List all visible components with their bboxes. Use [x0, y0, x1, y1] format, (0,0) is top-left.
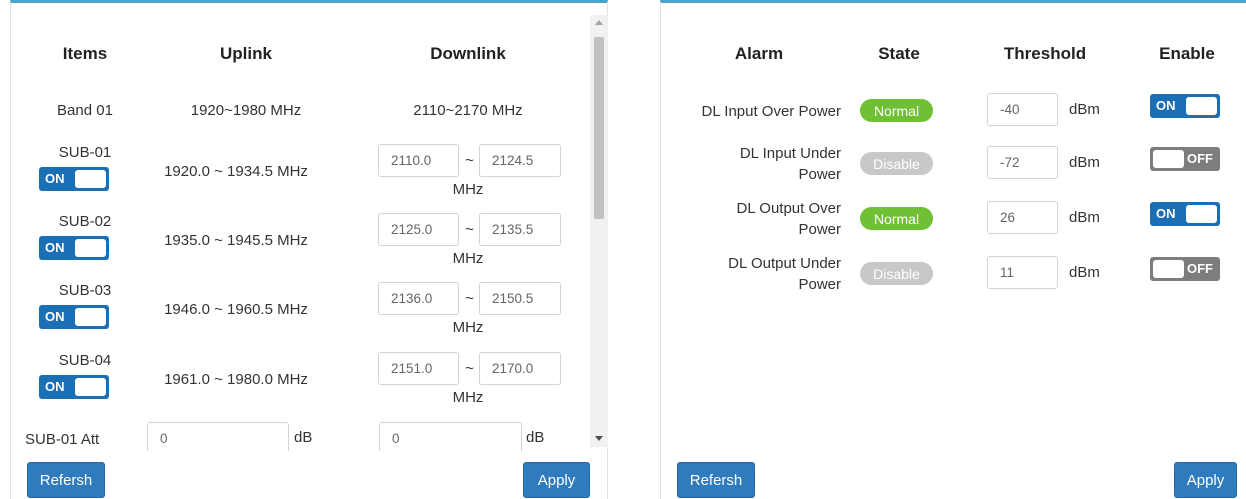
sub-enable-toggle[interactable]: ON [39, 167, 109, 191]
threshold-header: Threshold [1003, 44, 1087, 63]
toggle-knob [1153, 260, 1184, 278]
state-badge: Normal [860, 207, 933, 230]
scroll-up-arrow-icon[interactable] [595, 20, 603, 25]
enable-toggle[interactable]: OFF [1150, 147, 1220, 171]
downlink-start-input[interactable]: 2136.0 [378, 282, 459, 315]
toggle-label: OFF [1187, 151, 1213, 166]
band-uplink-range: 1920~1980 MHz [190, 102, 302, 119]
items-header: Items [62, 44, 108, 63]
alarm-header: Alarm [734, 44, 784, 63]
toggle-label: OFF [1187, 261, 1213, 276]
alarm-name-line: DL Output Over [736, 200, 842, 217]
toggle-knob [75, 239, 106, 257]
toggle-label: ON [45, 379, 65, 394]
toggle-knob [1186, 97, 1217, 115]
range-separator: ~ [465, 360, 474, 377]
state-badge: Normal [860, 99, 933, 122]
scroll-down-arrow-icon[interactable] [595, 436, 603, 441]
alarm-name: DL Input Over Power [661, 101, 841, 123]
sub-label: SUB-01 [58, 144, 112, 161]
alarm-name-line: Power [798, 221, 841, 238]
scroll-thumb[interactable] [594, 37, 604, 219]
threshold-unit: dBm [1069, 264, 1100, 281]
toggle-label: ON [45, 240, 65, 255]
sub-label: SUB-03 [58, 282, 112, 299]
enable-toggle[interactable]: ON [1150, 202, 1220, 226]
sub-label: SUB-02 [58, 213, 112, 230]
threshold-input[interactable]: 11 [987, 256, 1058, 289]
alarm-name-line: Power [798, 166, 841, 183]
sub-uplink-range: 1961.0 ~ 1980.0 MHz [164, 371, 308, 388]
sub-uplink-range: 1920.0 ~ 1934.5 MHz [164, 163, 308, 180]
unit-mhz: MHz [452, 181, 484, 198]
apply-button[interactable]: Apply [1174, 462, 1237, 498]
threshold-unit: dBm [1069, 209, 1100, 226]
alarm-name-line: DL Input Under [739, 145, 841, 162]
threshold-input[interactable]: 26 [987, 201, 1058, 234]
threshold-unit: dBm [1069, 154, 1100, 171]
unit-mhz: MHz [452, 389, 484, 406]
toggle-label: ON [1156, 206, 1176, 221]
alarm-name-line: DL Input Over Power [701, 103, 841, 120]
alarm-name: DL Input Under Power [661, 143, 841, 185]
downlink-start-input[interactable]: 2110.0 [378, 144, 459, 177]
toggle-label: ON [45, 171, 65, 186]
sub-enable-toggle[interactable]: ON [39, 375, 109, 399]
enable-toggle[interactable]: OFF [1150, 257, 1220, 281]
band-config-panel: Items Uplink Downlink Band 01 1920~1980 … [10, 0, 608, 499]
toggle-label: ON [1156, 98, 1176, 113]
downlink-att-input[interactable]: 0 [379, 422, 522, 451]
uplink-att-unit: dB [294, 429, 313, 446]
threshold-unit: dBm [1069, 101, 1100, 118]
enable-toggle[interactable]: ON [1150, 94, 1220, 118]
enable-header: Enable [1159, 44, 1215, 63]
sub-label: SUB-04 [58, 352, 112, 369]
state-badge: Disable [860, 262, 933, 285]
state-badge: Disable [860, 152, 933, 175]
downlink-end-input[interactable]: 2150.5 [479, 282, 561, 315]
downlink-start-input[interactable]: 2125.0 [378, 213, 459, 246]
downlink-end-input[interactable]: 2135.5 [479, 213, 561, 246]
scrollbar[interactable] [590, 15, 608, 447]
toggle-knob [75, 308, 106, 326]
downlink-start-input[interactable]: 2151.0 [378, 352, 459, 385]
toggle-knob [75, 378, 106, 396]
uplink-att-input[interactable]: 0 [147, 422, 289, 451]
unit-mhz: MHz [452, 319, 484, 336]
alarm-panel: Alarm State Threshold Enable DL Input Ov… [660, 0, 1246, 499]
uplink-header: Uplink [220, 44, 272, 63]
toggle-knob [1186, 205, 1217, 223]
range-separator: ~ [465, 221, 474, 238]
band-downlink-range: 2110~2170 MHz [413, 102, 523, 119]
threshold-input[interactable]: -72 [987, 146, 1058, 179]
downlink-end-input[interactable]: 2124.5 [479, 144, 561, 177]
alarm-name: DL Output Under Power [661, 253, 841, 295]
alarm-name: DL Output Over Power [661, 198, 842, 240]
unit-mhz: MHz [452, 250, 484, 267]
downlink-header: Downlink [430, 44, 506, 63]
att-label: SUB-01 Att [25, 431, 100, 448]
sub-enable-toggle[interactable]: ON [39, 305, 109, 329]
band-scroll-area[interactable]: Items Uplink Downlink Band 01 1920~1980 … [11, 3, 589, 451]
toggle-knob [1153, 150, 1184, 168]
toggle-label: ON [45, 309, 65, 324]
sub-uplink-range: 1935.0 ~ 1945.5 MHz [164, 232, 308, 249]
sub-uplink-range: 1946.0 ~ 1960.5 MHz [164, 301, 308, 318]
refresh-button[interactable]: Refersh [27, 462, 105, 498]
alarm-name-line: Power [798, 276, 841, 293]
band-label: Band 01 [57, 102, 113, 119]
state-header: State [878, 44, 920, 63]
downlink-end-input[interactable]: 2170.0 [479, 352, 561, 385]
range-separator: ~ [465, 152, 474, 169]
apply-button[interactable]: Apply [523, 462, 590, 498]
downlink-att-unit: dB [526, 429, 545, 446]
toggle-knob [75, 170, 106, 188]
range-separator: ~ [465, 290, 474, 307]
sub-enable-toggle[interactable]: ON [39, 236, 109, 260]
alarm-name-line: DL Output Under [728, 255, 841, 272]
threshold-input[interactable]: -40 [987, 93, 1058, 126]
refresh-button[interactable]: Refersh [677, 462, 755, 498]
